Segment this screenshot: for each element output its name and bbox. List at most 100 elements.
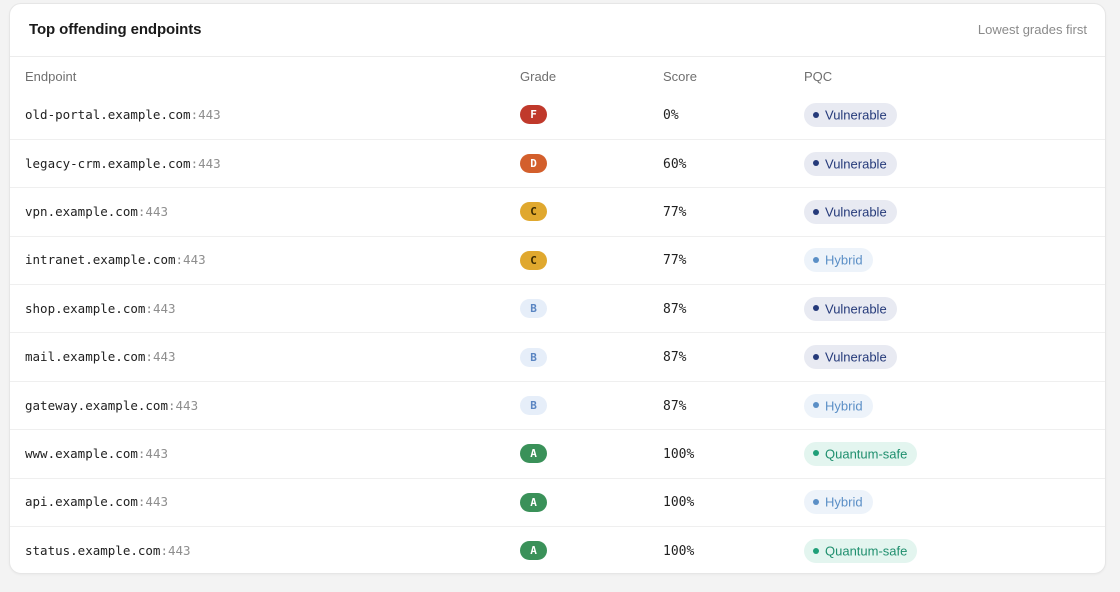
score-value: 87% <box>663 398 687 414</box>
pqc-status-badge: Hybrid <box>804 490 873 515</box>
score-cell: 87% <box>663 332 804 382</box>
score-cell: 60% <box>663 138 804 188</box>
pqc-status-label: Vulnerable <box>825 301 887 317</box>
pqc-status-badge: Hybrid <box>804 393 873 418</box>
endpoint-cell: gateway.example.com:443 <box>10 380 520 430</box>
grade-cell: B <box>520 284 663 333</box>
endpoint-port: :443 <box>137 445 168 461</box>
grade-badge: A <box>520 541 547 561</box>
endpoint-port: :443 <box>145 349 176 365</box>
score-value: 0% <box>663 107 679 123</box>
endpoint-host: mail.example.com <box>25 349 146 365</box>
pqc-cell: Vulnerable <box>804 91 1105 139</box>
endpoint-cell: www.example.com:443 <box>10 429 520 479</box>
pqc-status-badge: Vulnerable <box>804 102 897 127</box>
column-header-score: Score <box>663 68 697 84</box>
endpoint-host: status.example.com <box>25 542 161 558</box>
grade-badge: C <box>520 250 547 270</box>
endpoint-host: legacy-crm.example.com <box>25 155 191 171</box>
score-cell: 77% <box>663 235 804 285</box>
endpoint-cell: api.example.com:443 <box>10 477 520 527</box>
grade-badge: B <box>520 299 547 319</box>
pqc-status-badge: Quantum-safe <box>804 441 918 466</box>
table-row[interactable]: old-portal.example.com:443 F 0% Vulnerable <box>10 91 1105 139</box>
card-title: Top offending endpoints <box>29 21 202 38</box>
sort-note: Lowest grades first <box>977 22 1087 37</box>
grade-cell: B <box>520 332 663 382</box>
endpoints-card: Top offending endpoints Lowest grades fi… <box>9 3 1106 574</box>
table-row[interactable]: mail.example.com:443 B 87% Vulnerable <box>10 332 1105 382</box>
score-value: 77% <box>663 204 687 220</box>
score-value: 100% <box>663 495 695 511</box>
pqc-status-badge: Vulnerable <box>804 296 897 321</box>
score-value: 77% <box>663 253 687 269</box>
endpoint-cell: vpn.example.com:443 <box>10 187 520 237</box>
pqc-status-badge: Vulnerable <box>804 199 897 224</box>
endpoint-cell: status.example.com:443 <box>10 526 520 573</box>
status-dot-icon <box>813 305 819 312</box>
endpoint-port: :443 <box>145 300 176 316</box>
table-row[interactable]: vpn.example.com:443 C 77% Vulnerable <box>10 187 1105 237</box>
score-cell: 77% <box>663 187 804 237</box>
status-dot-icon <box>813 111 819 118</box>
pqc-status-label: Vulnerable <box>825 204 887 220</box>
score-cell: 87% <box>663 380 804 430</box>
column-header-pqc: PQC <box>804 68 833 84</box>
pqc-cell: Hybrid <box>804 380 1105 430</box>
endpoint-port: :443 <box>190 106 221 122</box>
grade-badge: D <box>520 154 547 174</box>
endpoint-cell: legacy-crm.example.com:443 <box>10 138 520 188</box>
table-row[interactable]: api.example.com:443 A 100% Hybrid <box>10 477 1105 527</box>
score-cell: 87% <box>663 284 804 333</box>
endpoint-port: :443 <box>168 397 199 413</box>
endpoint-cell: shop.example.com:443 <box>10 284 520 333</box>
grade-badge: B <box>520 347 547 367</box>
status-dot-icon <box>813 160 819 167</box>
pqc-status-badge: Hybrid <box>804 248 873 273</box>
endpoint-host: api.example.com <box>25 494 138 510</box>
pqc-cell: Vulnerable <box>804 187 1105 237</box>
endpoint-host: gateway.example.com <box>25 397 168 413</box>
score-value: 87% <box>663 350 687 366</box>
endpoint-host: vpn.example.com <box>25 203 138 219</box>
score-value: 60% <box>663 156 687 172</box>
score-cell: 100% <box>663 429 804 479</box>
table-row[interactable]: gateway.example.com:443 B 87% Hybrid <box>10 380 1105 430</box>
grade-cell: A <box>520 429 663 479</box>
score-cell: 100% <box>663 526 804 573</box>
pqc-cell: Quantum-safe <box>804 429 1105 479</box>
endpoint-port: :443 <box>137 494 168 510</box>
endpoint-port: :443 <box>137 203 168 219</box>
status-dot-icon <box>813 402 819 409</box>
table-row[interactable]: www.example.com:443 A 100% Quantum-safe <box>10 429 1105 479</box>
grade-cell: C <box>520 235 663 285</box>
pqc-status-label: Hybrid <box>825 252 863 268</box>
table-row[interactable]: legacy-crm.example.com:443 D 60% Vulnerable <box>10 138 1105 188</box>
status-dot-icon <box>813 353 819 360</box>
pqc-cell: Vulnerable <box>804 332 1105 382</box>
pqc-status-label: Quantum-safe <box>825 543 908 559</box>
grade-cell: A <box>520 477 663 527</box>
pqc-cell: Vulnerable <box>804 284 1105 333</box>
pqc-cell: Hybrid <box>804 477 1105 527</box>
score-cell: 100% <box>663 477 804 527</box>
grade-cell: D <box>520 138 663 188</box>
grade-badge: A <box>520 492 547 512</box>
grade-badge: F <box>520 105 547 125</box>
endpoint-cell: old-portal.example.com:443 <box>10 91 520 139</box>
status-dot-icon <box>813 208 819 215</box>
endpoint-host: www.example.com <box>25 445 138 461</box>
table-row[interactable]: intranet.example.com:443 C 77% Hybrid <box>10 235 1105 285</box>
endpoint-host: shop.example.com <box>25 300 146 316</box>
grade-cell: B <box>520 380 663 430</box>
pqc-status-badge: Quantum-safe <box>804 538 918 563</box>
grade-badge: C <box>520 202 547 222</box>
pqc-status-label: Vulnerable <box>825 349 887 365</box>
table-row[interactable]: status.example.com:443 A 100% Quantum-safe <box>10 526 1105 573</box>
endpoint-host: intranet.example.com <box>25 252 176 268</box>
column-header-grade: Grade <box>520 68 557 84</box>
endpoint-cell: mail.example.com:443 <box>10 332 520 382</box>
card-header: Top offending endpoints Lowest grades fi… <box>10 4 1105 57</box>
table-row[interactable]: shop.example.com:443 B 87% Vulnerable <box>10 284 1105 333</box>
status-dot-icon <box>813 547 819 554</box>
